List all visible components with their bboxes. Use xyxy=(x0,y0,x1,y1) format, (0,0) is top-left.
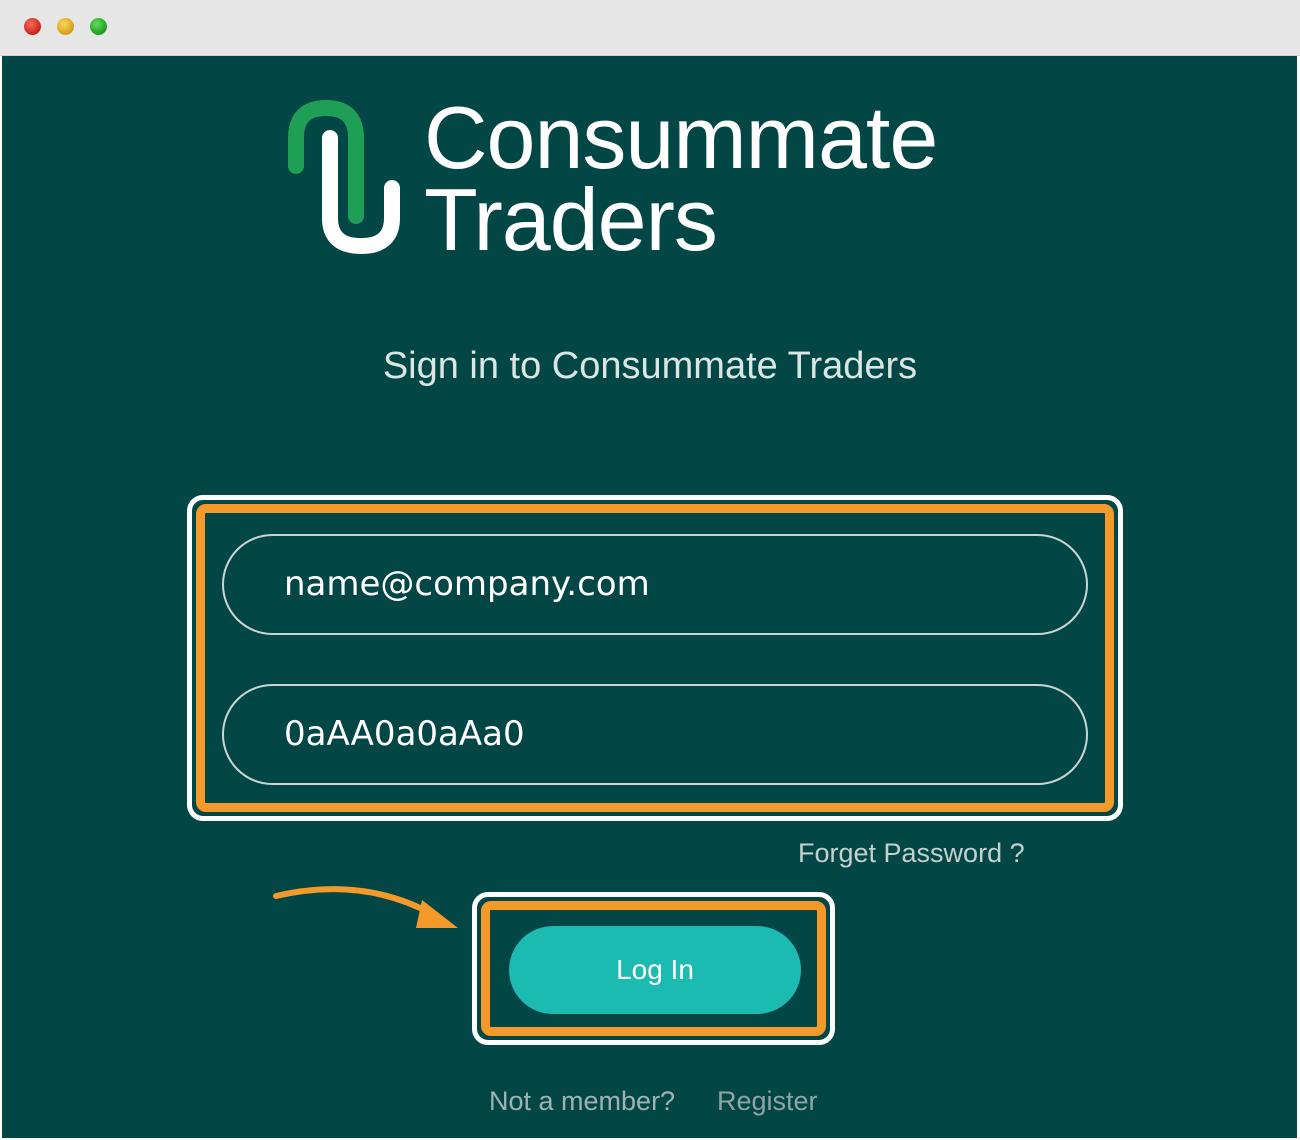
window-titlebar xyxy=(0,0,1300,56)
zoom-window-button[interactable] xyxy=(90,18,107,35)
forgot-password-link[interactable]: Forget Password ? xyxy=(798,838,1025,869)
email-value: name@company.com xyxy=(284,564,650,604)
minimize-window-button[interactable] xyxy=(57,18,74,35)
register-link[interactable]: Register xyxy=(717,1086,818,1117)
page-title: Sign in to Consummate Traders xyxy=(382,345,918,387)
login-button[interactable]: Log In xyxy=(509,926,801,1014)
pointer-arrow-icon xyxy=(273,886,458,928)
password-field[interactable]: 0aAA0a0aAa0 xyxy=(222,684,1088,785)
close-window-button[interactable] xyxy=(24,18,41,35)
browser-window: Consummate Traders Sign in to Consummate… xyxy=(0,0,1300,1140)
email-field[interactable]: name@company.com xyxy=(222,534,1088,635)
brand-name-line2: Traders xyxy=(424,170,718,269)
password-value: 0aAA0a0aAa0 xyxy=(284,714,525,754)
not-member-text: Not a member? xyxy=(489,1086,676,1116)
